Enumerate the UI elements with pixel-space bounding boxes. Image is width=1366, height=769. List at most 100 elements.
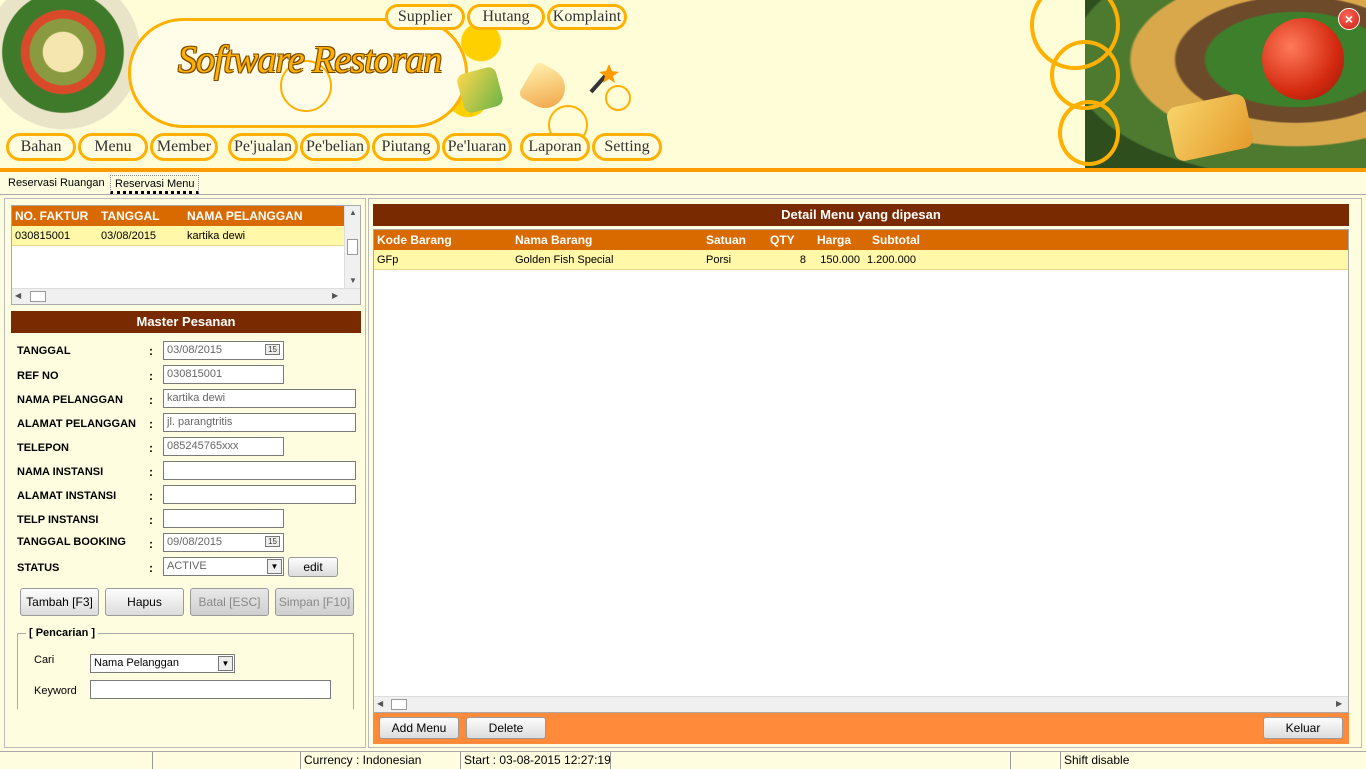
status-cell-empty bbox=[611, 752, 1011, 769]
colon: : bbox=[149, 489, 153, 503]
colon: : bbox=[149, 417, 153, 431]
scroll-thumb[interactable] bbox=[30, 291, 46, 302]
keyword-input[interactable] bbox=[90, 680, 331, 699]
col-satuan[interactable]: Satuan bbox=[703, 233, 767, 247]
chevron-down-icon[interactable]: ▼ bbox=[267, 559, 282, 574]
cell-qty: 8 bbox=[799, 253, 806, 266]
col-qty[interactable]: QTY bbox=[767, 233, 814, 247]
label-tanggal: TANGGAL bbox=[17, 345, 71, 357]
pencarian-group: [ Pencarian ] Cari Nama Pelanggan ▼ Keyw… bbox=[17, 627, 354, 709]
status-bar: Currency : Indonesian Start : 03-08-2015… bbox=[0, 751, 1366, 769]
scroll-thumb[interactable] bbox=[347, 239, 358, 255]
scroll-up-icon[interactable]: ▲ bbox=[349, 208, 357, 217]
nav-supplier-button[interactable]: Supplier bbox=[385, 4, 465, 30]
nav-piutang-button[interactable]: Piutang bbox=[372, 133, 440, 161]
delete-button[interactable]: Delete bbox=[466, 717, 546, 739]
status-select[interactable]: ACTIVE ▼ bbox=[163, 557, 284, 576]
cell-subtotal: 1.200.000 bbox=[867, 253, 916, 266]
nav-bahan-button[interactable]: Bahan bbox=[6, 133, 76, 161]
detail-panel: Detail Menu yang dipesan Kode Barang Nam… bbox=[368, 198, 1362, 748]
detail-horizontal-scrollbar[interactable]: ◀ ▶ bbox=[374, 696, 1348, 712]
add-menu-button[interactable]: Add Menu bbox=[379, 717, 459, 739]
nav-setting-button[interactable]: Setting bbox=[592, 133, 662, 161]
nama-instansi-field[interactable] bbox=[163, 461, 356, 480]
label-ref-no: REF NO bbox=[17, 370, 59, 382]
tab-strip: Reservasi Ruangan Reservasi Menu bbox=[0, 173, 1366, 195]
tanggal-booking-date-field[interactable]: 09/08/2015 15 bbox=[163, 533, 284, 552]
keluar-button[interactable]: Keluar bbox=[1263, 717, 1343, 739]
calendar-icon[interactable]: 15 bbox=[265, 536, 280, 547]
scroll-left-icon[interactable]: ◀ bbox=[15, 291, 21, 300]
col-kode-barang[interactable]: Kode Barang bbox=[374, 233, 512, 247]
tambah-button[interactable]: Tambah [F3] bbox=[20, 588, 99, 616]
tanggal-value: 03/08/2015 bbox=[167, 344, 223, 356]
scroll-down-icon[interactable]: ▼ bbox=[349, 276, 357, 285]
nav-laporan-button[interactable]: Laporan bbox=[520, 133, 590, 161]
scroll-left-icon[interactable]: ◀ bbox=[377, 699, 383, 708]
nav-menu-button[interactable]: Menu bbox=[78, 133, 148, 161]
app-header: Software Restoran Supplier Hutang Kompla… bbox=[0, 0, 1366, 170]
chevron-down-icon[interactable]: ▼ bbox=[218, 656, 233, 671]
colon: : bbox=[149, 369, 153, 383]
batal-button[interactable]: Batal [ESC] bbox=[190, 588, 269, 616]
col-no-faktur[interactable]: NO. FAKTUR bbox=[12, 209, 98, 223]
alamat-pelanggan-field[interactable]: jl. parangtritis bbox=[163, 413, 356, 432]
scroll-right-icon[interactable]: ▶ bbox=[1336, 699, 1342, 708]
pencarian-legend: [ Pencarian ] bbox=[26, 627, 99, 639]
nav-pembelian-button[interactable]: Pe'belian bbox=[300, 133, 370, 161]
scroll-right-icon[interactable]: ▶ bbox=[332, 291, 338, 300]
label-telp-instansi: TELP INSTANSI bbox=[17, 514, 99, 526]
nav-pengeluaran-button[interactable]: Pe'luaran bbox=[442, 133, 512, 161]
col-tanggal[interactable]: TANGGAL bbox=[98, 209, 184, 223]
nav-penjualan-button[interactable]: Pe'jualan bbox=[228, 133, 298, 161]
status-cell-empty bbox=[0, 752, 153, 769]
label-alamat-instansi: ALAMAT INSTANSI bbox=[17, 490, 117, 502]
table-row[interactable]: GFp Golden Fish Special Porsi 8 150.000 … bbox=[374, 250, 1348, 270]
scroll-thumb[interactable] bbox=[391, 699, 407, 710]
col-harga[interactable]: Harga bbox=[814, 233, 869, 247]
tomato-image bbox=[1262, 18, 1344, 100]
tanggal-date-field[interactable]: 03/08/2015 15 bbox=[163, 341, 284, 360]
col-subtotal[interactable]: Subtotal bbox=[869, 233, 949, 247]
telp-instansi-field[interactable] bbox=[163, 509, 284, 528]
status-cell-empty bbox=[1011, 752, 1061, 769]
cell-no-faktur: 030815001 bbox=[15, 229, 71, 242]
faktur-vertical-scrollbar[interactable]: ▲ ▼ bbox=[344, 206, 360, 288]
detail-grid-header: Kode Barang Nama Barang Satuan QTY Harga… bbox=[374, 230, 1348, 250]
nav-komplaint-button[interactable]: Komplaint bbox=[547, 4, 627, 30]
cell-tanggal: 03/08/2015 bbox=[101, 229, 157, 242]
cari-value: Nama Pelanggan bbox=[94, 657, 180, 669]
colon: : bbox=[149, 441, 153, 455]
cell-kode-barang: GFp bbox=[377, 253, 399, 266]
colon: : bbox=[149, 393, 153, 407]
colon: : bbox=[149, 513, 153, 527]
status-cell-empty bbox=[153, 752, 301, 769]
simpan-button[interactable]: Simpan [F10] bbox=[275, 588, 354, 616]
status-value: ACTIVE bbox=[167, 560, 207, 572]
alamat-instansi-field[interactable] bbox=[163, 485, 356, 504]
cari-select[interactable]: Nama Pelanggan ▼ bbox=[90, 654, 235, 673]
deco-ring bbox=[1058, 100, 1120, 166]
calendar-icon[interactable]: 15 bbox=[265, 344, 280, 355]
ref-no-field[interactable]: 030815001 bbox=[163, 365, 284, 384]
faktur-horizontal-scrollbar[interactable]: ◀ ▶ bbox=[12, 288, 360, 304]
label-nama-instansi: NAMA INSTANSI bbox=[17, 466, 104, 478]
colon: : bbox=[149, 537, 153, 551]
tab-reservasi-menu[interactable]: Reservasi Menu bbox=[110, 175, 200, 194]
col-nama-pelanggan[interactable]: NAMA PELANGGAN bbox=[184, 209, 334, 223]
cell-nama-barang: Golden Fish Special bbox=[515, 253, 614, 266]
app-title: Software Restoran bbox=[178, 39, 442, 81]
nav-hutang-button[interactable]: Hutang bbox=[467, 4, 545, 30]
edit-status-button[interactable]: edit bbox=[288, 557, 338, 577]
col-nama-barang[interactable]: Nama Barang bbox=[512, 233, 703, 247]
label-telepon: TELEPON bbox=[17, 442, 69, 454]
header-divider bbox=[0, 168, 1366, 172]
tab-reservasi-ruangan[interactable]: Reservasi Ruangan bbox=[4, 175, 109, 194]
close-icon[interactable]: × bbox=[1338, 8, 1360, 30]
telepon-field[interactable]: 085245765xxx bbox=[163, 437, 284, 456]
table-row[interactable]: 030815001 03/08/2015 kartika dewi bbox=[12, 226, 345, 246]
shift-status: Shift disable bbox=[1064, 753, 1130, 767]
nama-pelanggan-field[interactable]: kartika dewi bbox=[163, 389, 356, 408]
nav-member-button[interactable]: Member bbox=[150, 133, 218, 161]
hapus-button[interactable]: Hapus bbox=[105, 588, 184, 616]
